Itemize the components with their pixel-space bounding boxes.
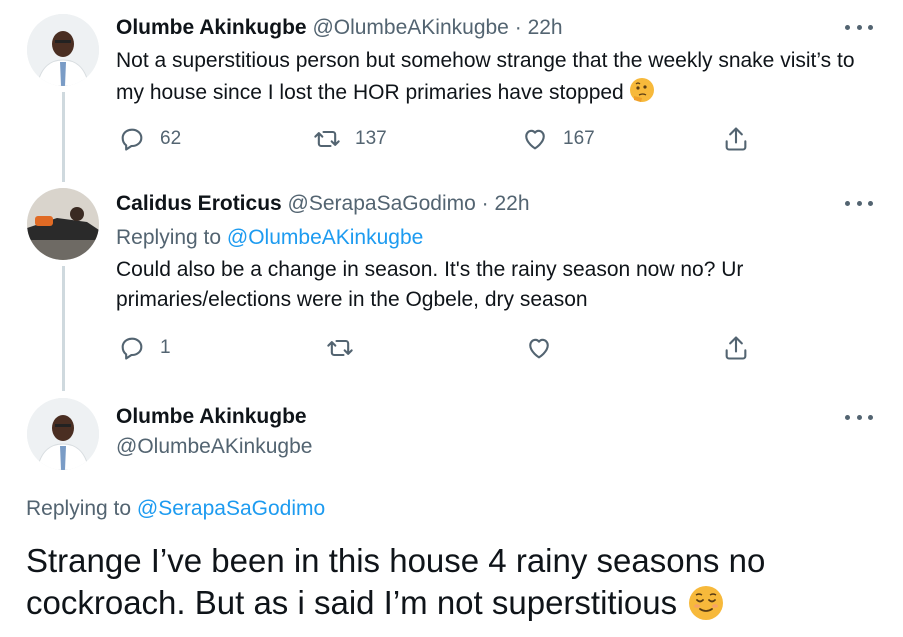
tweet-header: Olumbe Akinkugbe @OlumbeAKinkugbe · 22h [116, 15, 563, 41]
more-button[interactable] [845, 17, 873, 37]
retweet-icon [327, 339, 353, 357]
timestamp[interactable]: 22h [495, 192, 530, 215]
user-handle[interactable]: @OlumbeAKinkugbe [312, 16, 508, 39]
heart-icon [525, 129, 545, 150]
thinking-face-icon [628, 76, 656, 113]
timestamp[interactable]: 22h [528, 16, 563, 39]
tweet-thread: Olumbe Akinkugbe @OlumbeAKinkugbe · 22h … [0, 0, 903, 637]
separator-dot: · [481, 192, 489, 215]
share-button[interactable] [722, 125, 750, 153]
user-name[interactable]: Calidus Eroticus [116, 192, 282, 215]
mention-link[interactable]: @SerapaSaGodimo [137, 497, 325, 520]
separator-dot: · [514, 16, 522, 39]
reply-button[interactable]: 1 [118, 334, 171, 362]
tweet-text: Could also be a change in season. It's t… [116, 258, 744, 311]
reply-icon [121, 128, 143, 151]
like-button[interactable]: 167 [521, 125, 595, 153]
like-button[interactable] [525, 334, 553, 362]
reply-button[interactable]: 62 [118, 125, 181, 153]
tweet-text: Strange I’ve been in this house 4 rainy … [26, 540, 846, 632]
like-count: 167 [563, 128, 595, 149]
avatar[interactable] [27, 398, 99, 470]
share-icon [725, 127, 747, 151]
replying-label: Replying to [116, 226, 222, 249]
retweet-button[interactable] [326, 334, 354, 362]
retweet-icon [314, 130, 340, 148]
reply-count: 1 [160, 337, 171, 358]
more-icon [845, 24, 850, 30]
thread-line [62, 266, 65, 391]
share-icon [725, 336, 747, 360]
retweet-count: 137 [355, 128, 387, 149]
relieved-face-icon [687, 584, 725, 632]
thread-line [62, 92, 65, 182]
more-button[interactable] [845, 407, 873, 427]
replying-to: Replying to @OlumbeAKinkugbe [116, 225, 423, 251]
user-handle[interactable]: @OlumbeAKinkugbe [116, 434, 312, 460]
replying-label: Replying to [26, 497, 132, 520]
user-handle[interactable]: @SerapaSaGodimo [288, 192, 476, 215]
reply-count: 62 [160, 128, 182, 149]
tweet-header: Calidus Eroticus @SerapaSaGodimo · 22h [116, 191, 530, 217]
heart-icon [529, 338, 549, 359]
user-name[interactable]: Olumbe Akinkugbe [116, 16, 307, 39]
retweet-button[interactable]: 137 [313, 125, 387, 153]
avatar[interactable] [27, 14, 99, 86]
reply-icon [121, 337, 143, 360]
avatar[interactable] [27, 188, 99, 260]
more-icon [845, 414, 850, 420]
more-icon [845, 200, 850, 206]
more-button[interactable] [845, 193, 873, 213]
tweet-text: Not a superstitious person but somehow s… [116, 46, 856, 113]
mention-link[interactable]: @OlumbeAKinkugbe [227, 226, 423, 249]
share-button[interactable] [722, 334, 750, 362]
user-name[interactable]: Olumbe Akinkugbe [116, 404, 307, 430]
replying-to: Replying to @SerapaSaGodimo [26, 496, 325, 522]
